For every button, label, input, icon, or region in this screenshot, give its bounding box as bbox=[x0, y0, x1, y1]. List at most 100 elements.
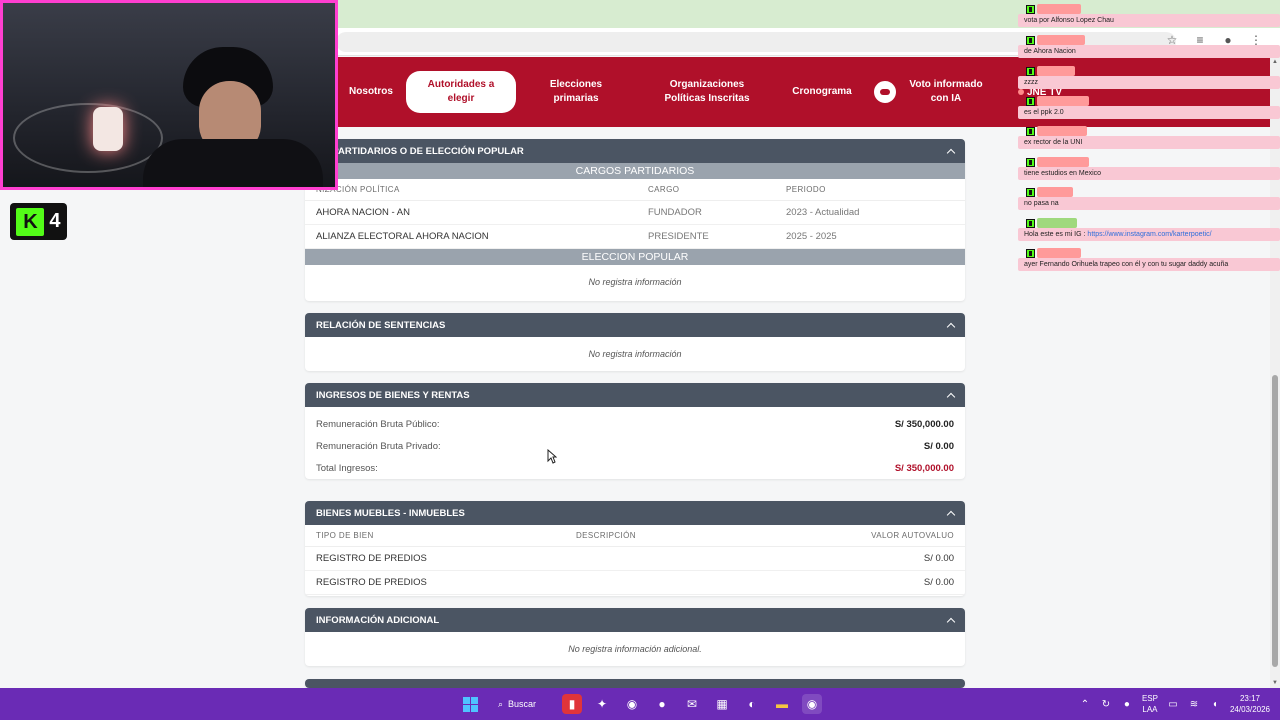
nav-item-autoridades[interactable]: Autoridades a elegir bbox=[406, 57, 516, 127]
cell-cargo: PRESIDENTE bbox=[648, 231, 709, 242]
cell-org: AHORA NACION - AN bbox=[316, 207, 410, 218]
table-header: NIZACIÓN POLÍTICA CARGO PERIODO bbox=[305, 179, 965, 201]
ingresos-panel: INGRESOS DE BIENES Y RENTAS Remuneración… bbox=[305, 383, 965, 479]
panel-title: INFORMACIÓN ADICIONAL bbox=[316, 614, 440, 626]
kick-badge-icon bbox=[1026, 157, 1035, 167]
system-tray: ⌃ ↻ ● ESP LAA ▭ ≋ ◖ 23:17 24/03/2026 bbox=[1079, 688, 1270, 720]
chevron-up-icon[interactable] bbox=[947, 147, 955, 155]
file-explorer-icon[interactable]: ▬ bbox=[772, 694, 792, 714]
chat-text: no pasa na bbox=[1018, 197, 1280, 210]
kick-badge-icon bbox=[1026, 218, 1035, 228]
scrollbar-thumb[interactable] bbox=[1272, 375, 1278, 667]
column-header: TIPO DE BIEN bbox=[316, 531, 374, 540]
chevron-up-icon[interactable] bbox=[947, 391, 955, 399]
copilot-icon[interactable]: ✦ bbox=[592, 694, 612, 714]
store-icon[interactable]: ▦ bbox=[712, 694, 732, 714]
scroll-up-arrow-icon[interactable]: ▲ bbox=[1272, 59, 1278, 65]
brand-number: 4 bbox=[49, 210, 61, 232]
kick-badge-icon bbox=[1026, 248, 1035, 258]
panel-title: OS PARTIDARIOS O DE ELECCIÓN POPULAR bbox=[316, 145, 524, 157]
sentencias-panel: RELACIÓN DE SENTENCIAS No registra infor… bbox=[305, 313, 965, 371]
chat-text: tiene estudios en Mexico bbox=[1018, 167, 1280, 180]
kick-badge-icon bbox=[1026, 35, 1035, 45]
chat-text-part: Hola este es mi IG : bbox=[1024, 231, 1088, 238]
page-scrollbar[interactable]: ▲ ▼ bbox=[1270, 57, 1280, 688]
chat-username bbox=[1037, 66, 1075, 76]
next-panel-header[interactable] bbox=[305, 679, 965, 688]
ring-light bbox=[93, 107, 123, 151]
ingreso-label: Remuneración Bruta Privado: bbox=[316, 440, 441, 452]
empty-message: No registra información adicional. bbox=[568, 644, 702, 654]
cargos-panel-header[interactable]: OS PARTIDARIOS O DE ELECCIÓN POPULAR bbox=[305, 139, 965, 163]
clock-date: 24/03/2026 bbox=[1229, 705, 1270, 714]
live-dot-icon bbox=[1018, 89, 1024, 95]
chat-link[interactable]: https://www.instagram.com/karterpoetic/ bbox=[1087, 231, 1211, 238]
mail-icon[interactable]: ✉ bbox=[682, 694, 702, 714]
nav-item-voto-ia[interactable]: Voto informado con IA bbox=[872, 57, 992, 127]
chat-username bbox=[1037, 187, 1073, 197]
ingreso-row: Remuneración Bruta Público: S/ 350,000.0… bbox=[305, 413, 965, 435]
scroll-down-arrow-icon[interactable]: ▼ bbox=[1272, 680, 1278, 686]
chevron-up-icon[interactable]: ⌃ bbox=[1079, 699, 1091, 710]
column-header: CARGO bbox=[648, 185, 680, 194]
chat-username bbox=[1037, 218, 1077, 228]
column-header: PERIODO bbox=[786, 185, 826, 194]
cell-org: ALIANZA ELECTORAL AHORA NACION bbox=[316, 231, 489, 242]
language-indicator[interactable]: ESP LAA bbox=[1142, 693, 1158, 715]
bienes-panel-header[interactable]: BIENES MUEBLES - INMUEBLES bbox=[305, 501, 965, 525]
empty-message: No registra información bbox=[588, 349, 682, 359]
clock-time: 23:17 bbox=[1239, 694, 1260, 703]
robot-icon bbox=[874, 81, 896, 103]
start-button[interactable] bbox=[460, 694, 480, 714]
nav-item-organizaciones[interactable]: Organizaciones Políticas Inscritas bbox=[648, 57, 766, 127]
search-icon: ⌕ bbox=[498, 698, 504, 709]
taskbar-search[interactable]: ⌕ Buscar bbox=[490, 693, 552, 715]
cell-valor: S/ 0.00 bbox=[923, 553, 954, 564]
adicional-panel: INFORMACIÓN ADICIONAL No registra inform… bbox=[305, 608, 965, 666]
chevron-up-icon[interactable] bbox=[947, 321, 955, 329]
chrome-active-icon[interactable]: ◉ bbox=[802, 694, 822, 714]
cell-valor: S/ 0.00 bbox=[923, 577, 954, 588]
microphone-icon[interactable]: ● bbox=[1121, 699, 1133, 710]
taskbar-apps: ⌕ Buscar ▮ ✦ ◉ ● ✉ ▦ ◐ ▬ ◉ bbox=[460, 688, 822, 720]
ingresos-panel-header[interactable]: INGRESOS DE BIENES Y RENTAS bbox=[305, 383, 965, 407]
kick-logo: K 4 bbox=[10, 203, 67, 240]
nav-item-nosotros[interactable]: Nosotros bbox=[342, 57, 400, 127]
mouse-cursor-icon bbox=[547, 449, 557, 464]
chevron-up-icon[interactable] bbox=[947, 616, 955, 624]
chevron-up-icon[interactable] bbox=[947, 509, 955, 517]
chat-text: ex rector de la UNI bbox=[1018, 136, 1280, 149]
clock[interactable]: 23:17 24/03/2026 bbox=[1230, 693, 1270, 715]
ingreso-total-row: Total Ingresos: S/ 350,000.00 bbox=[305, 457, 965, 479]
nav-item-label: Organizaciones Políticas Inscritas bbox=[664, 79, 750, 104]
adicional-panel-header[interactable]: INFORMACIÓN ADICIONAL bbox=[305, 608, 965, 632]
volume-icon[interactable]: ◖ bbox=[1209, 699, 1221, 710]
chat-username bbox=[1037, 4, 1081, 14]
chat-username bbox=[1037, 157, 1089, 167]
panel-title: INGRESOS DE BIENES Y RENTAS bbox=[316, 389, 470, 401]
chat-text: ayer Fernando Orihuela trapeo con él y c… bbox=[1018, 258, 1280, 271]
nav-item-label: Autoridades a elegir bbox=[406, 71, 516, 113]
chrome-icon[interactable]: ◉ bbox=[622, 694, 642, 714]
chat-text: zzzz bbox=[1018, 76, 1280, 89]
nav-item-label: Elecciones primarias bbox=[549, 79, 603, 104]
table-row: REGISTRO DE PREDIOS S/ 0.00 bbox=[305, 547, 965, 571]
sentencias-panel-header[interactable]: RELACIÓN DE SENTENCIAS bbox=[305, 313, 965, 337]
chat-text: de Ahora Nacion bbox=[1018, 45, 1280, 58]
edge-icon[interactable]: ◐ bbox=[742, 694, 762, 714]
webcam-overlay bbox=[0, 0, 338, 190]
kick-badge-icon bbox=[1026, 187, 1035, 197]
chat-username bbox=[1037, 126, 1087, 136]
chat-text: vota por Alfonso Lopez Chau bbox=[1018, 14, 1280, 27]
app-icon-red[interactable]: ▮ bbox=[562, 694, 582, 714]
eleccion-popular-bar: ELECCION POPULAR bbox=[305, 249, 965, 265]
kick-icon: K bbox=[16, 207, 45, 236]
monitor-icon[interactable]: ▭ bbox=[1167, 699, 1179, 710]
table-header: TIPO DE BIEN DESCRIPCIÓN VALOR AUTOVALUO bbox=[305, 525, 965, 547]
ingreso-label: Remuneración Bruta Público: bbox=[316, 418, 440, 430]
sync-icon[interactable]: ↻ bbox=[1100, 699, 1112, 710]
nav-item-cronograma[interactable]: Cronograma bbox=[788, 57, 856, 127]
wifi-icon[interactable]: ≋ bbox=[1188, 699, 1200, 710]
nav-item-elecciones-primarias[interactable]: Elecciones primarias bbox=[528, 57, 624, 127]
github-icon[interactable]: ● bbox=[652, 694, 672, 714]
